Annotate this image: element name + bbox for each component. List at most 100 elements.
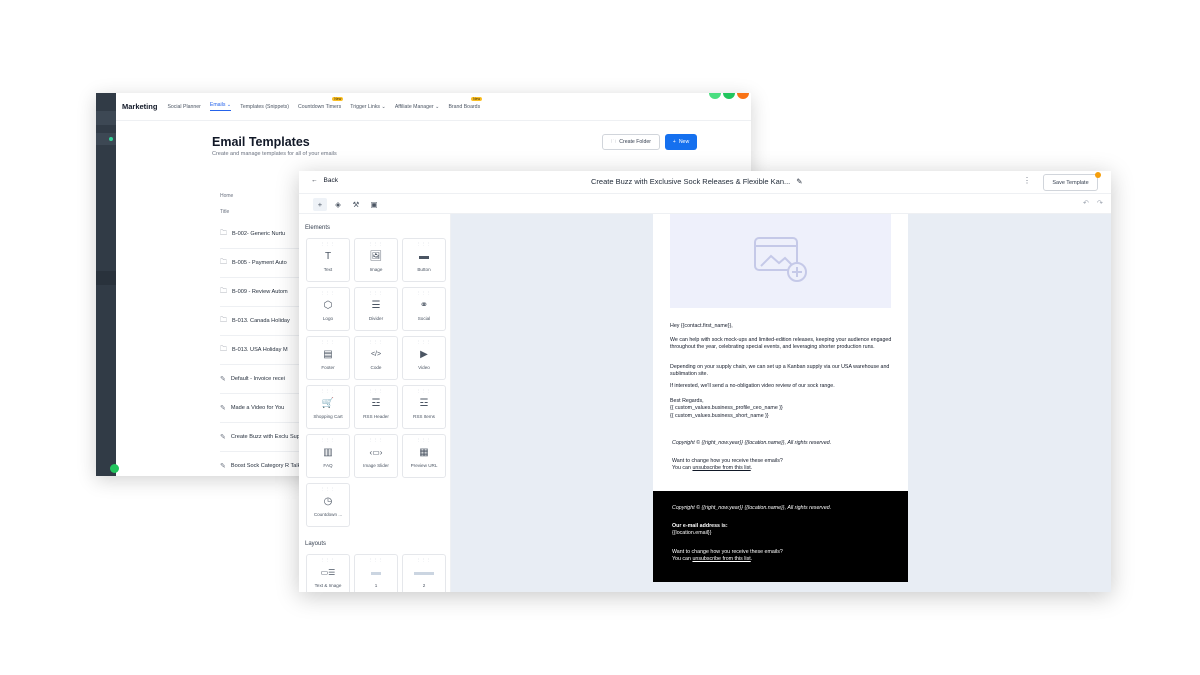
element-social[interactable]: ⋮⋮⋮ ⚭ Social bbox=[402, 287, 446, 331]
folder-icon: 🗀 bbox=[220, 258, 227, 266]
table-row[interactable]: ✎ Boost Sock Category R Talk! bbox=[220, 452, 310, 476]
email-editor-window: ← Back Create Buzz with Exclusive Sock Re… bbox=[299, 171, 1111, 592]
nav-trigger-links[interactable]: Trigger Links ⌄ bbox=[350, 104, 386, 110]
element-code[interactable]: ⋮⋮⋮ </> Code bbox=[354, 336, 398, 380]
element-image[interactable]: ⋮⋮⋮ 🖼 Image bbox=[354, 238, 398, 282]
code-icon: </> bbox=[370, 351, 382, 358]
unsaved-indicator bbox=[1095, 172, 1101, 178]
nav-brand-boards[interactable]: Brand Boards New bbox=[448, 96, 483, 110]
new-button[interactable]: + New bbox=[665, 134, 697, 150]
create-folder-button[interactable]: 🗀 Create Folder bbox=[602, 134, 660, 150]
more-options-icon[interactable]: ⋮ bbox=[1023, 176, 1031, 185]
pencil-icon: ✎ bbox=[220, 405, 226, 412]
element-logo[interactable]: ⋮⋮⋮ ⬡ Logo bbox=[306, 287, 350, 331]
pencil-icon: ✎ bbox=[220, 376, 226, 383]
add-elements-icon[interactable]: + bbox=[313, 198, 327, 211]
table-row[interactable]: 🗀 B-002- Generic Nurtu bbox=[220, 220, 310, 249]
element-image-slider[interactable]: ⋮⋮⋮ ‹▭› Image Slider bbox=[354, 434, 398, 478]
video-icon: ▶ bbox=[420, 349, 428, 360]
element-rss-header[interactable]: ⋮⋮⋮ ☲ RSS Header bbox=[354, 385, 398, 429]
save-icon[interactable]: ▣ bbox=[367, 198, 381, 211]
app-sidebar bbox=[96, 93, 119, 476]
preview-url-icon: ▦ bbox=[419, 447, 429, 458]
rss-icon: ☲ bbox=[419, 398, 429, 409]
email-paragraph[interactable]: Depending on your supply chain, we can s… bbox=[670, 364, 895, 379]
folder-icon: 🗀 bbox=[611, 138, 617, 145]
nav-social-planner[interactable]: Social Planner bbox=[167, 104, 200, 110]
table-row[interactable]: 🗀 B-009 - Review Autom bbox=[220, 278, 310, 307]
layouts-heading: Layouts bbox=[305, 541, 327, 547]
sidebar-item-active[interactable] bbox=[96, 271, 116, 285]
table-row[interactable]: ✎ Default - Invoice recei bbox=[220, 365, 310, 394]
table-row[interactable]: 🗀 B-005 - Payment Auto bbox=[220, 249, 310, 278]
layout-one-column[interactable]: ⋮⋮⋮ ▬ 1 bbox=[354, 554, 398, 592]
email-copyright[interactable]: Copyright © {{right_now.year}} {{locatio… bbox=[672, 440, 897, 447]
footer-copyright: Copyright © {{right_now.year}} {{locatio… bbox=[672, 505, 832, 511]
paint-roller-icon[interactable]: ⚒ bbox=[349, 198, 363, 211]
two-column-icon: ▬▬ bbox=[414, 567, 434, 578]
email-signature[interactable]: Best Regards, {{ custom_values.business_… bbox=[670, 398, 895, 420]
text-icon: T bbox=[324, 251, 332, 262]
layout-text-image[interactable]: ⋮⋮⋮ ▭☰ Text & Image bbox=[306, 554, 350, 592]
save-template-button[interactable]: Save Template bbox=[1043, 174, 1098, 191]
divider-icon: ☰ bbox=[371, 300, 381, 311]
undo-icon[interactable]: ↶ bbox=[1083, 199, 1089, 207]
slider-icon: ‹▭› bbox=[369, 448, 383, 457]
editor-header: ← Back Create Buzz with Exclusive Sock Re… bbox=[299, 171, 1111, 194]
element-faq[interactable]: ⋮⋮⋮ ▥ FAQ bbox=[306, 434, 350, 478]
element-video[interactable]: ⋮⋮⋮ ▶ Video bbox=[402, 336, 446, 380]
pencil-icon[interactable]: ✎ bbox=[796, 177, 802, 186]
unsubscribe-link[interactable]: unsubscribe from this list bbox=[692, 465, 750, 471]
sidebar-item[interactable] bbox=[96, 133, 116, 145]
column-header-title[interactable]: Title bbox=[220, 209, 229, 215]
top-nav: Marketing Social Planner Emails ⌄ Templa… bbox=[116, 93, 751, 121]
redo-icon[interactable]: ↷ bbox=[1097, 199, 1103, 207]
table-row[interactable]: ✎ Made a Video for You bbox=[220, 394, 310, 423]
element-shopping-cart[interactable]: ⋮⋮⋮ 🛒 Shopping Cart bbox=[306, 385, 350, 429]
social-icon: ⚭ bbox=[419, 300, 429, 311]
avatar[interactable] bbox=[723, 93, 735, 99]
email-unsubscribe-note[interactable]: Want to change how you receive these ema… bbox=[672, 458, 897, 473]
nav-emails[interactable]: Emails ⌄ bbox=[209, 102, 232, 111]
email-greeting[interactable]: Hey {{contact.first_name}}, bbox=[670, 323, 895, 330]
pencil-icon: ✎ bbox=[220, 433, 226, 441]
avatar[interactable] bbox=[709, 93, 721, 99]
layers-icon[interactable]: ◈ bbox=[331, 198, 345, 211]
new-badge: New bbox=[332, 96, 344, 101]
nav-affiliate-manager[interactable]: Affiliate Manager ⌄ bbox=[395, 104, 440, 110]
email-paragraph[interactable]: If interested, we'll send a no-obligatio… bbox=[670, 383, 895, 390]
element-text[interactable]: ⋮⋮⋮ T Text bbox=[306, 238, 350, 282]
pencil-icon: ✎ bbox=[220, 462, 226, 470]
image-placeholder-icon bbox=[753, 237, 807, 282]
element-button[interactable]: ⋮⋮⋮ ▬ Button bbox=[402, 238, 446, 282]
element-countdown[interactable]: ⋮⋮⋮ ◷ Countdown ... bbox=[306, 483, 350, 527]
nav-templates-snippets[interactable]: Templates (Snippets) bbox=[240, 104, 289, 110]
unsubscribe-link[interactable]: unsubscribe from this list bbox=[692, 556, 750, 562]
layout-two-column[interactable]: ⋮⋮⋮ ▬▬ 2 bbox=[402, 554, 446, 592]
avatar[interactable] bbox=[737, 93, 749, 99]
table-row[interactable]: ✎ Create Buzz with Exclu Supply bbox=[220, 423, 310, 452]
table-row[interactable]: 🗀 B-013. Canada Holiday bbox=[220, 307, 310, 336]
footer-icon: ▤ bbox=[323, 349, 333, 360]
back-button[interactable]: ← Back bbox=[311, 177, 338, 184]
folder-icon: 🗀 bbox=[220, 316, 227, 324]
email-canvas: Hey {{contact.first_name}}, We can help … bbox=[451, 214, 1111, 592]
nav-brand: Marketing bbox=[122, 102, 158, 111]
element-rss-items[interactable]: ⋮⋮⋮ ☲ RSS Items bbox=[402, 385, 446, 429]
countdown-icon: ◷ bbox=[323, 496, 333, 507]
page-title: Email Templates bbox=[212, 135, 310, 149]
element-divider[interactable]: ⋮⋮⋮ ☰ Divider bbox=[354, 287, 398, 331]
image-icon: 🖼 bbox=[369, 251, 383, 262]
hero-image-placeholder[interactable] bbox=[670, 214, 891, 308]
rss-icon: ☲ bbox=[371, 398, 381, 409]
nav-countdown-timers[interactable]: Countdown Timers New bbox=[298, 96, 344, 110]
email-footer[interactable]: Copyright © {{right_now.year}} {{locatio… bbox=[653, 491, 908, 582]
folder-icon: 🗀 bbox=[220, 287, 227, 295]
email-paragraph[interactable]: We can help with sock mock-ups and limit… bbox=[670, 337, 895, 352]
sidebar-toggle[interactable] bbox=[96, 111, 116, 125]
table-row[interactable]: 🗀 B-013. USA Holiday M bbox=[220, 336, 310, 365]
breadcrumb[interactable]: Home bbox=[220, 193, 233, 199]
elements-panel: Elements ⋮⋮⋮ T Text ⋮⋮⋮ 🖼 Image ⋮⋮⋮ ▬ Button ⋮… bbox=[299, 214, 451, 592]
element-footer[interactable]: ⋮⋮⋮ ▤ Footer bbox=[306, 336, 350, 380]
element-preview-url[interactable]: ⋮⋮⋮ ▦ Preview URL bbox=[402, 434, 446, 478]
